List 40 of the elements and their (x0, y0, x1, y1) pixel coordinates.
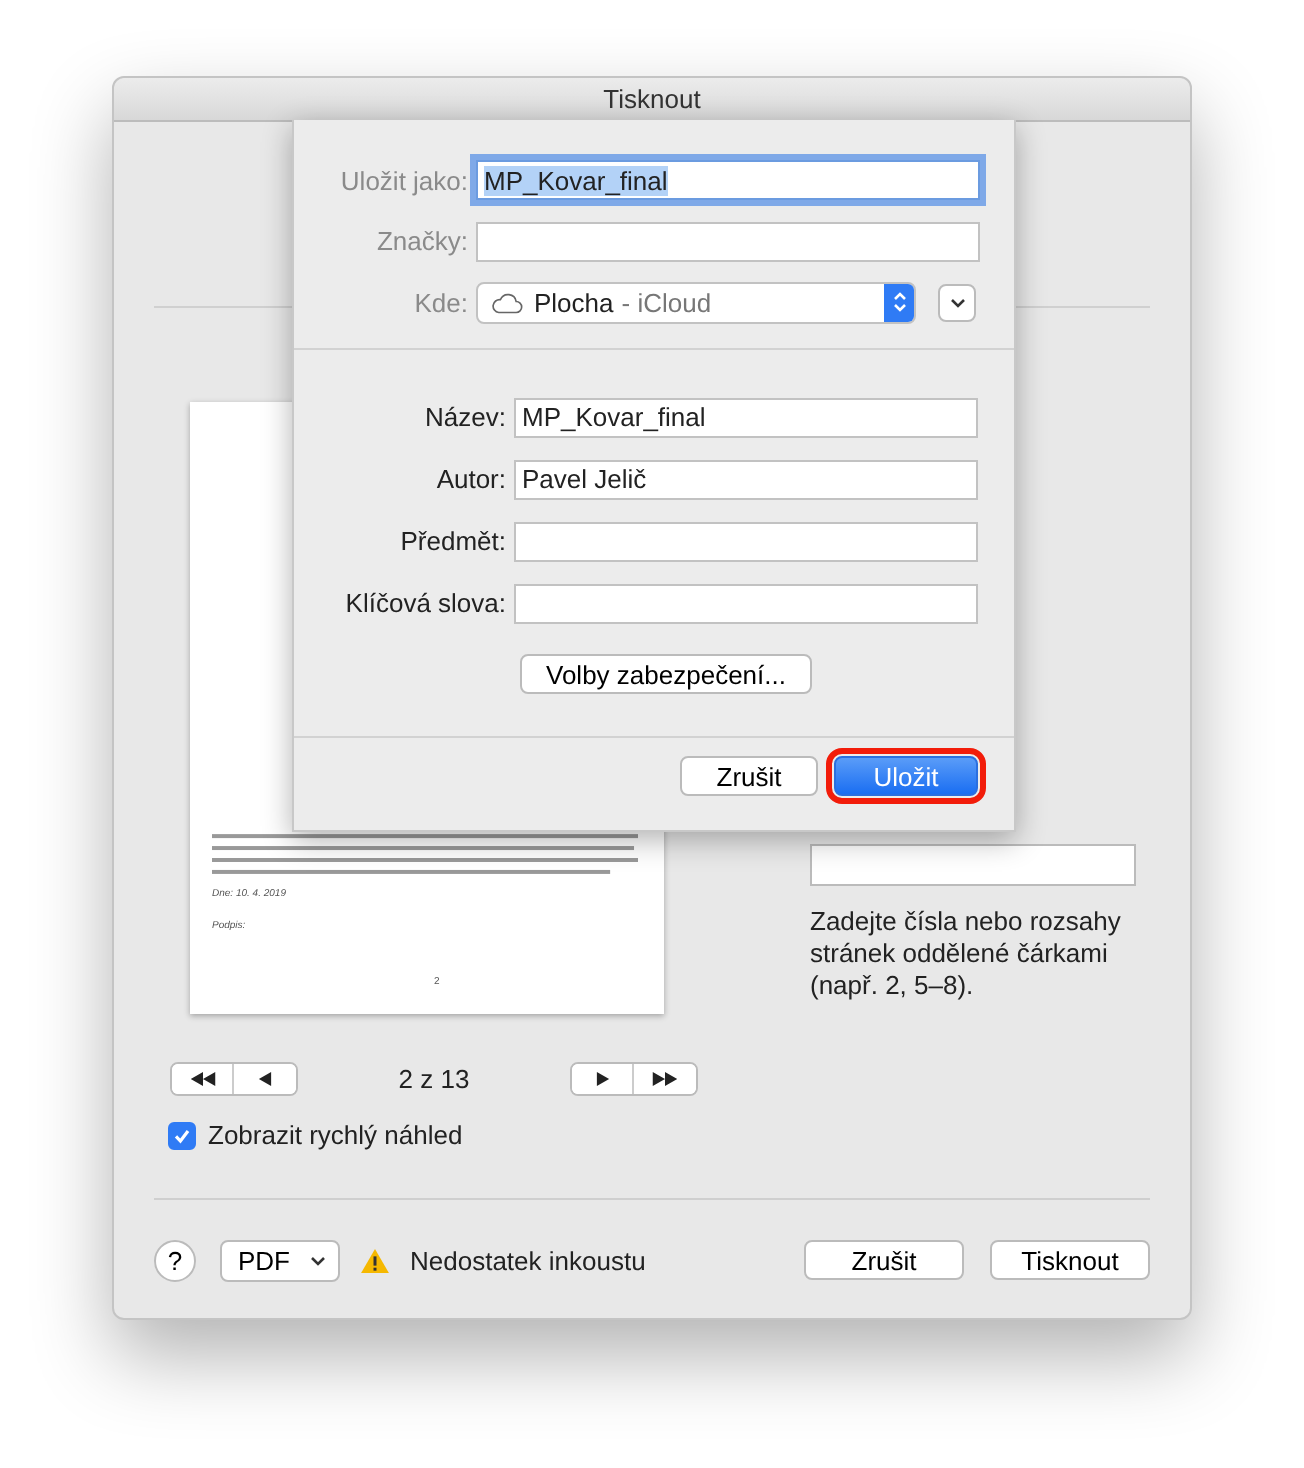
text-field[interactable]: MP_Kovar_final (476, 160, 980, 200)
left-triangle-icon (258, 1072, 272, 1086)
chevron-down-icon (310, 1255, 326, 1265)
field-label: Kde: (412, 287, 468, 317)
window-title: Tisknout (603, 84, 701, 114)
checkbox-label: Zobrazit rychlý náhled (208, 1120, 463, 1150)
text-field[interactable] (476, 221, 980, 261)
field-label: Klíčová slova: (343, 588, 506, 618)
cloud-icon (490, 291, 524, 313)
double-right-triangle-icon (652, 1072, 678, 1086)
field-label: Autor: (434, 464, 506, 494)
field-label: Předmět: (398, 526, 506, 556)
text-field[interactable] (514, 583, 978, 623)
cancel-button[interactable]: Zrušit (680, 756, 818, 796)
updown-arrows-icon (884, 283, 914, 321)
chevron-down-icon (949, 297, 965, 307)
warning-text: Nedostatek inkoustu (410, 1245, 646, 1275)
checkmark-icon (172, 1125, 192, 1145)
first-page-button[interactable] (172, 1064, 234, 1094)
expand-button[interactable] (938, 283, 976, 321)
help-button[interactable]: ? (154, 1239, 196, 1281)
right-triangle-icon (595, 1072, 609, 1086)
double-left-triangle-icon (189, 1072, 215, 1086)
pages-field[interactable] (810, 844, 1136, 886)
location-dropdown[interactable]: Plocha - iCloud (476, 281, 916, 323)
security-options-button[interactable]: Volby zabezpečení... (520, 654, 812, 694)
text-field[interactable] (514, 521, 978, 561)
pdf-dropdown[interactable]: PDF (220, 1239, 340, 1281)
warning-icon (360, 1247, 390, 1273)
checkbox[interactable] (168, 1121, 196, 1149)
field-label: Uložit jako: (338, 165, 468, 195)
pages-hint: Zadejte čísla nebo rozsahy stránek oddělené čárkami (např. 2, 5–8). (810, 906, 1123, 1002)
text-field[interactable]: MP_Kovar_final (514, 397, 978, 437)
field-label: Název: (423, 402, 506, 432)
next-page-button[interactable] (572, 1064, 634, 1094)
print-button[interactable]: Tisknout (990, 1240, 1150, 1280)
field-label: Značky: (374, 226, 468, 256)
page-indicator: 2 z 13 (396, 1064, 472, 1094)
text-field[interactable]: Pavel Jelič (514, 459, 978, 499)
cancel-button[interactable]: Zrušit (804, 1240, 964, 1280)
